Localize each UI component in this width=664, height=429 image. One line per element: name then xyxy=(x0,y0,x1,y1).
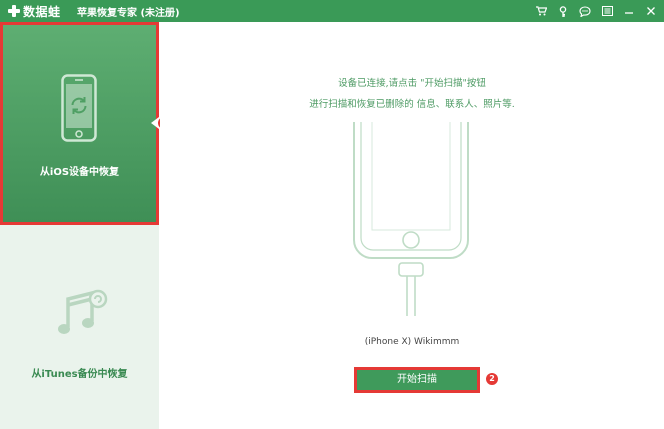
app-logo: 数据蛙 xyxy=(8,3,61,19)
minimize-icon[interactable] xyxy=(622,4,636,18)
connected-message: 设备已连接,请点击 "开始扫描"按钮 xyxy=(338,78,486,89)
chat-icon[interactable] xyxy=(578,4,592,18)
logo-cross-icon xyxy=(8,5,20,17)
menu-icon[interactable] xyxy=(600,4,614,18)
sidebar: 从iOS设备中恢复 从iTunes备份中恢复 xyxy=(0,22,159,429)
step-badge-2: 2 xyxy=(486,373,498,385)
sidebar-item-itunes-recovery[interactable]: 从iTunes备份中恢复 xyxy=(0,225,159,429)
title-bar: 数据蛙 苹果恢复专家 (未注册) xyxy=(0,0,664,22)
app-title: 苹果恢复专家 (未注册) xyxy=(77,8,180,19)
key-icon[interactable] xyxy=(556,4,570,18)
scan-instruction: 进行扫描和恢复已删除的 信息、联系人、照片等. xyxy=(309,99,515,110)
sidebar-item-label: 从iTunes备份中恢复 xyxy=(31,369,128,380)
phone-refresh-icon xyxy=(61,74,97,142)
iphone-illustration xyxy=(353,122,469,316)
device-name: (iPhone X) Wikimmm xyxy=(364,337,460,347)
main-panel: 设备已连接,请点击 "开始扫描"按钮 进行扫描和恢复已删除的 信息、联系人、照片… xyxy=(160,22,664,429)
start-scan-button[interactable]: 开始扫描 xyxy=(354,367,480,393)
cart-icon[interactable] xyxy=(534,4,548,18)
titlebar-controls xyxy=(534,4,658,18)
sidebar-item-ios-recovery[interactable]: 从iOS设备中恢复 xyxy=(0,22,159,225)
music-note-icon xyxy=(58,289,108,334)
logo-text: 数据蛙 xyxy=(23,4,61,19)
sidebar-item-label: 从iOS设备中恢复 xyxy=(39,167,120,178)
close-icon[interactable] xyxy=(644,4,658,18)
